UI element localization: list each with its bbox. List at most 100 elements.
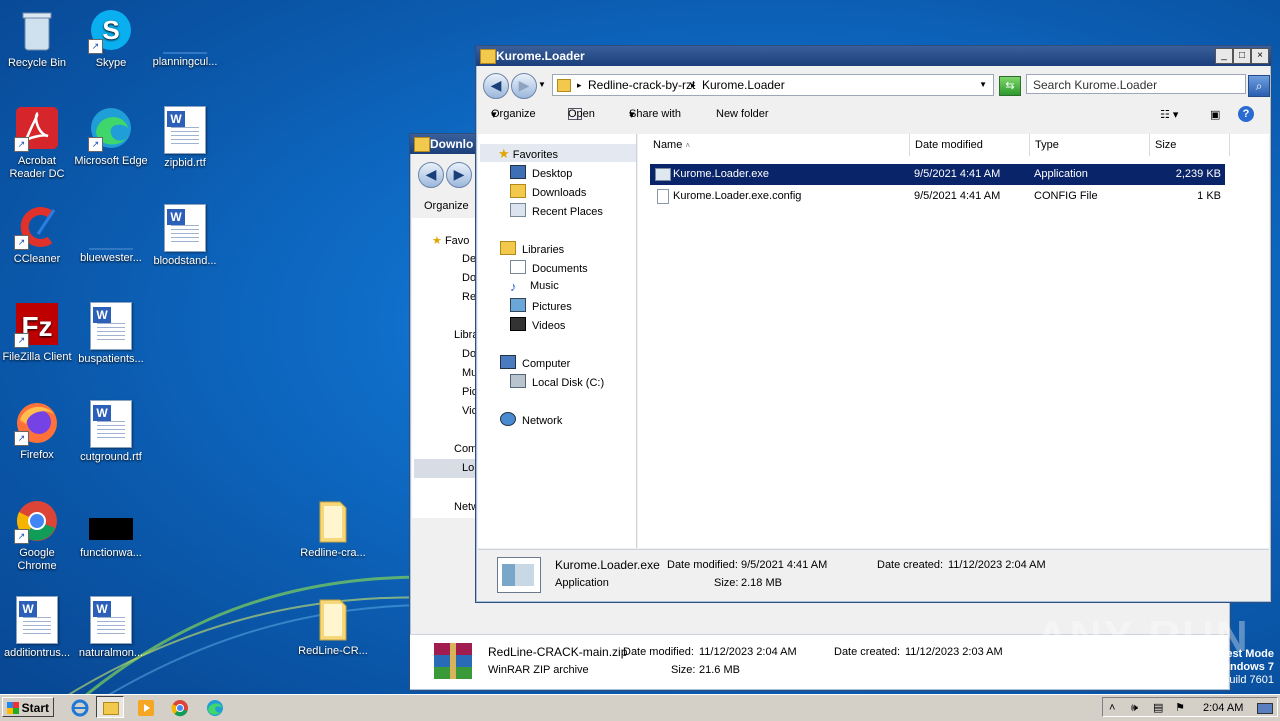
nav-documents[interactable]: Do	[462, 348, 476, 360]
show-hidden-icons-button[interactable]: ˄	[1109, 698, 1115, 718]
volume-icon[interactable]: 🕪	[1131, 698, 1138, 718]
file-type: CONFIG File	[1034, 190, 1098, 202]
file-row[interactable]: Kurome.Loader.exe.config 9/5/2021 4:41 A…	[650, 186, 1225, 207]
nav-desktop[interactable]: Desktop	[510, 165, 572, 180]
desktop-icon-label: Google Chrome	[17, 547, 57, 572]
forward-button[interactable]: ▶	[446, 162, 472, 188]
nav-favorites[interactable]: ★ Favorites	[498, 146, 558, 162]
recent-places-icon	[510, 203, 526, 217]
column-header-type[interactable]: Type	[1030, 134, 1150, 156]
details-modified-value: 11/12/2023 2:04 AM	[699, 646, 797, 658]
nav-computer[interactable]: Com	[454, 443, 477, 455]
details-file-type: Application	[555, 577, 609, 589]
desktop-icon-functionwa[interactable]: functionwa...	[74, 498, 148, 560]
close-button[interactable]: ×	[1251, 48, 1269, 64]
nav-recent-places[interactable]: Recent Places	[510, 203, 603, 218]
share-with-menu[interactable]: Share with ▾	[629, 108, 681, 121]
desktop-icon-skype[interactable]: S ↗ Skype	[74, 8, 148, 70]
chrome-taskbar-icon[interactable]	[170, 698, 190, 718]
view-options-icon[interactable]: ☷ ▾	[1160, 108, 1178, 121]
breadcrumb-item[interactable]: Redline-crack-by-rzt	[588, 75, 695, 95]
desktop-icon-naturalmon[interactable]: W naturalmon...	[74, 596, 148, 660]
search-placeholder: Search Kurome.Loader	[1033, 78, 1158, 92]
nav-libraries[interactable]: Libraries	[500, 241, 564, 256]
desktop-icon-redline-crack-folder[interactable]: Redline-cra...	[296, 498, 370, 560]
nav-local-disk[interactable]: Lo	[414, 459, 476, 478]
desktop-icon-additiontrus[interactable]: W additiontrus...	[0, 596, 74, 660]
show-desktop-icon[interactable]	[1257, 703, 1273, 714]
forward-button[interactable]: ▶	[511, 73, 537, 99]
desktop-icon-chrome[interactable]: ↗ Google Chrome	[0, 498, 74, 573]
desktop-icon-label: cutground.rtf	[80, 451, 142, 463]
nav-documents[interactable]: Documents	[510, 260, 588, 275]
desktop-icon-recycle-bin[interactable]: Recycle Bin	[0, 8, 74, 70]
back-button[interactable]: ◀	[483, 73, 509, 99]
minimize-button[interactable]: _	[1215, 48, 1233, 64]
start-button[interactable]: Start	[2, 697, 54, 717]
shortcut-arrow-icon: ↗	[14, 235, 29, 250]
details-created-value: 11/12/2023 2:03 AM	[905, 646, 1003, 658]
folder-icon	[319, 599, 347, 641]
recent-pages-dropdown[interactable]: ▼	[538, 80, 546, 89]
desktop-icon-buspatients[interactable]: W buspatients...	[74, 302, 148, 366]
search-input[interactable]: Search Kurome.Loader	[1026, 74, 1246, 94]
column-header-size[interactable]: Size	[1150, 134, 1230, 156]
nav-downloads[interactable]: Downloads	[510, 184, 586, 199]
help-icon[interactable]: ?	[1238, 106, 1254, 122]
column-header-name[interactable]: Name ˄	[648, 134, 910, 156]
desktop-icon-edge[interactable]: ↗ Microsoft Edge	[74, 106, 148, 168]
preview-pane-icon[interactable]: ▣	[1210, 108, 1220, 121]
nav-recent[interactable]: Re	[462, 291, 476, 303]
local-disk-icon	[510, 374, 526, 388]
address-dropdown-icon[interactable]: ▼	[979, 75, 987, 95]
internet-explorer-icon[interactable]	[70, 698, 90, 718]
explorer-taskbar-button[interactable]	[96, 696, 124, 718]
shortcut-arrow-icon: ↗	[88, 39, 103, 54]
desktop-icon-label: buspatients...	[78, 353, 144, 365]
organize-menu[interactable]: Organize ▾	[491, 108, 536, 121]
maximize-button[interactable]: □	[1233, 48, 1251, 64]
nav-videos[interactable]: Videos	[510, 317, 565, 332]
breadcrumb-item[interactable]: Kurome.Loader	[702, 75, 785, 95]
desktop-icon-acrobat[interactable]: ↗ Acrobat Reader DC	[0, 106, 74, 181]
nav-desktop[interactable]: De	[462, 253, 476, 265]
nav-local-disk[interactable]: Local Disk (C:)	[510, 374, 604, 389]
nav-computer[interactable]: Computer	[500, 355, 570, 370]
folder-icon	[103, 702, 119, 715]
back-button[interactable]: ◀	[418, 162, 444, 188]
refresh-button[interactable]: ⇆	[999, 76, 1021, 96]
new-folder-button[interactable]: New folder	[716, 108, 769, 120]
breadcrumb-separator: ▸	[691, 80, 696, 90]
nav-downloads[interactable]: Do	[462, 272, 476, 284]
desktop-icon-filezilla[interactable]: Fz ↗ FileZilla Client	[0, 302, 74, 364]
word-document-icon: W	[164, 106, 206, 154]
desktop-icon-zipbid[interactable]: W zipbid.rtf	[148, 106, 222, 170]
desktop-icon-cutground[interactable]: W cutground.rtf	[74, 400, 148, 464]
nav-network[interactable]: Network	[500, 412, 562, 427]
black-file-icon	[89, 518, 133, 540]
file-name: Kurome.Loader.exe	[673, 168, 770, 180]
action-center-icon[interactable]: ⚑	[1175, 698, 1185, 718]
nav-music[interactable]: ♪ Music	[510, 279, 559, 294]
organize-menu[interactable]: Organize	[424, 200, 469, 212]
kurome-titlebar[interactable]: Kurome.Loader _ □ ×	[476, 46, 1271, 66]
desktop-icon-ccleaner[interactable]: ↗ CCleaner	[0, 204, 74, 266]
edge-taskbar-icon[interactable]	[205, 698, 225, 718]
details-file-name: Kurome.Loader.exe	[555, 558, 660, 572]
desktop-icon-firefox[interactable]: ↗ Firefox	[0, 400, 74, 462]
kurome-loader-window[interactable]: Kurome.Loader _ □ × ◀ ▶ ▼ ▸ Redline-crac…	[475, 45, 1272, 603]
address-bar[interactable]: ▸ Redline-crack-by-rzt ▸ Kurome.Loader ▼	[552, 74, 994, 96]
network-tray-icon[interactable]: ▤	[1153, 698, 1163, 718]
desktop-icon-bluewester[interactable]: bluewester...	[74, 204, 148, 265]
file-row[interactable]: Kurome.Loader.exe 9/5/2021 4:41 AM Appli…	[650, 164, 1225, 185]
media-player-icon[interactable]	[136, 698, 156, 718]
desktop-icon-bloodstand[interactable]: W bloodstand...	[148, 204, 222, 268]
column-header-date-modified[interactable]: Date modified	[910, 134, 1030, 156]
desktop-icon-planningcul[interactable]: planningcul...	[148, 8, 222, 69]
nav-favorites[interactable]: ★ Favo	[432, 234, 469, 247]
search-button[interactable]: ⌕	[1248, 75, 1270, 97]
desktop-icon-redline-crack-zip-folder[interactable]: RedLine-CR...	[296, 596, 370, 658]
clock[interactable]: 2:04 AM	[1203, 698, 1243, 718]
nav-pictures[interactable]: Pictures	[510, 298, 572, 313]
file-name: Kurome.Loader.exe.config	[673, 190, 802, 202]
